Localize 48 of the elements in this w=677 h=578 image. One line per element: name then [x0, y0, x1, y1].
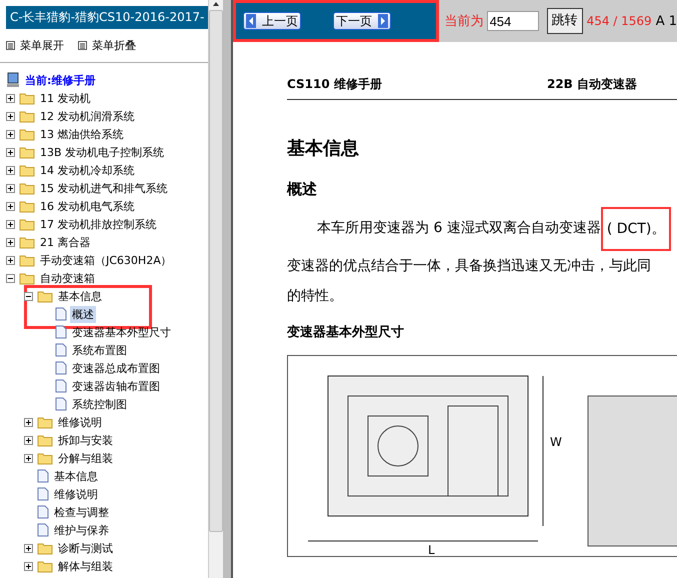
tree-item[interactable]: 拆卸与安装	[56, 432, 115, 448]
page-header: CS110 维修手册	[287, 76, 382, 93]
page-count: 454 / 1569	[586, 14, 652, 28]
section-heading: 概述	[287, 180, 318, 199]
paragraph-line: 本车所用变速器为 6 速湿式双离合自动变速器	[317, 219, 601, 238]
menu-button[interactable]: 菜单展开	[6, 38, 64, 53]
tree-item[interactable]: 检查与调整	[52, 504, 111, 520]
paragraph-line: 的特性。	[287, 287, 343, 306]
tree-item[interactable]: 解体与组装	[56, 558, 115, 574]
heading: 基本信息	[287, 137, 360, 160]
tree-item[interactable]: 变速器基本外型尺寸	[70, 324, 173, 340]
next-page-button[interactable]: 下一页	[333, 12, 391, 30]
tree-item[interactable]: 12 发动机润滑系统	[38, 108, 136, 124]
tree-item[interactable]: 变速器齿轴布置图	[70, 378, 162, 394]
tree-root[interactable]: 当前:维修手册	[23, 72, 98, 88]
tree-item[interactable]: 基本信息	[56, 288, 104, 304]
page-input[interactable]: 454	[486, 11, 539, 31]
highlighted-text: ( DCT)。	[600, 207, 672, 251]
current-page-label: 当前为	[444, 13, 484, 30]
transmission-drawing: W L	[287, 355, 677, 557]
tree-item[interactable]: 系统布置图	[70, 342, 129, 358]
go-button[interactable]: 跳转	[546, 8, 583, 34]
subheading: 变速器基本外型尺寸	[287, 324, 405, 341]
tree-item[interactable]: 维护与保养	[52, 522, 111, 538]
tree-item[interactable]: 概述	[70, 306, 96, 322]
tree-item[interactable]: 维修说明	[56, 414, 104, 430]
tree-item[interactable]: 17 发动机排放控制系统	[38, 216, 158, 232]
page-header: 22B 自动变速器	[546, 76, 637, 93]
tree-item[interactable]: 变速器总成布置图	[70, 360, 162, 376]
tree-item[interactable]: 系统控制图	[70, 396, 129, 412]
tree-item[interactable]: 11 发动机	[38, 90, 92, 106]
tree-item[interactable]: 21 离合器	[38, 234, 92, 250]
zoom-label: A 1	[656, 14, 677, 28]
tree-item[interactable]: 分解与组装	[56, 450, 115, 466]
tree-item[interactable]: 14 发动机冷却系统	[38, 162, 136, 178]
window-title: C-长丰猎豹-猎豹CS10-2016-2017-	[6, 6, 208, 29]
tree-item[interactable]: 诊断与测试	[56, 540, 115, 556]
tree-item[interactable]: 13B 发动机电子控制系统	[38, 144, 166, 160]
tree-item[interactable]: 16 发动机电气系统	[38, 198, 136, 214]
tree-item[interactable]: 维修说明	[52, 486, 100, 502]
tree-item[interactable]: 基本信息	[52, 468, 100, 484]
paragraph-line: 变速器的优点结合于一体，具备换挡迅速又无冲击，与此同	[287, 257, 651, 276]
tree-item[interactable]: 手动变速箱（JC630H2A）	[38, 252, 174, 268]
tree-item[interactable]: 13 燃油供给系统	[38, 126, 126, 142]
menu-button[interactable]: 菜单折叠	[78, 38, 136, 53]
prev-page-button[interactable]: 上一页	[243, 12, 301, 30]
tree-item[interactable]: 15 发动机进气和排气系统	[38, 180, 170, 196]
tree-item[interactable]: 自动变速箱	[38, 270, 97, 286]
